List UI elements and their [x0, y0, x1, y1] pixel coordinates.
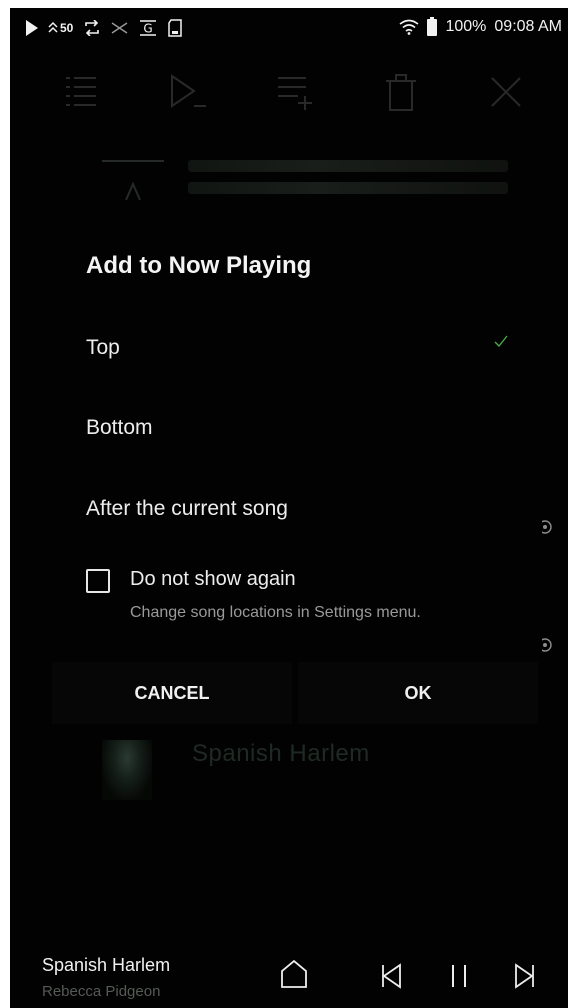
- svg-text:G: G: [144, 22, 153, 36]
- status-right: 100% 09:08 AM: [399, 16, 562, 36]
- background-song-row: Spanish Harlem: [102, 732, 542, 812]
- pause-icon[interactable]: [448, 963, 470, 989]
- dialog-title: Add to Now Playing: [86, 252, 312, 279]
- cancel-button[interactable]: CANCEL: [52, 662, 292, 724]
- next-track-icon[interactable]: [512, 963, 536, 989]
- option-bottom[interactable]: Bottom: [86, 416, 153, 440]
- background-song-title: Spanish Harlem: [192, 740, 370, 767]
- status-bar: 50 G 100% 09:08 AM: [10, 8, 568, 48]
- repeat-icon: [85, 20, 100, 36]
- status-left-icons: 50 G: [26, 19, 183, 37]
- add-to-now-playing-dialog: Add to Now Playing Top Bottom After the …: [52, 226, 542, 736]
- playlist-icon[interactable]: [60, 74, 100, 108]
- ok-button[interactable]: OK: [298, 662, 538, 724]
- home-icon[interactable]: [280, 959, 308, 989]
- wifi-icon: [399, 19, 419, 35]
- trash-icon[interactable]: [382, 74, 422, 112]
- shuffle-icon: [111, 22, 128, 34]
- battery-icon: [427, 16, 438, 36]
- play-next-icon[interactable]: [166, 74, 210, 110]
- gapless-icon: G: [140, 20, 157, 36]
- volume-level-text: 50: [60, 21, 74, 35]
- add-to-playlist-icon[interactable]: [274, 74, 318, 110]
- dialog-buttons: CANCEL OK: [52, 662, 542, 724]
- toolbar: [10, 68, 568, 114]
- device-screen: 50 G 100% 09:08 AM Spanish Harlem Add to…: [10, 8, 568, 1008]
- now-playing-artist: Rebecca Pidgeon: [42, 983, 161, 1000]
- battery-percent: 100%: [445, 18, 487, 35]
- play-icon: [26, 20, 38, 36]
- do-not-show-again-checkbox[interactable]: [86, 569, 110, 593]
- settings-hint-text: Change song locations in Settings menu.: [130, 604, 421, 621]
- option-top[interactable]: Top: [86, 336, 120, 360]
- option-after-current-song[interactable]: After the current song: [86, 497, 288, 521]
- mini-player[interactable]: Spanish Harlem Rebecca Pidgeon: [10, 943, 568, 1008]
- now-playing-title: Spanish Harlem: [42, 955, 171, 975]
- do-not-show-again-label[interactable]: Do not show again: [130, 568, 296, 591]
- background-track-info: [188, 160, 508, 204]
- previous-track-icon[interactable]: [380, 963, 404, 989]
- background-song-thumbnail: [102, 740, 152, 800]
- clock: 09:08 AM: [494, 18, 562, 35]
- close-icon[interactable]: [488, 74, 524, 110]
- sd-card-icon: [168, 19, 183, 37]
- background-album-art: [102, 160, 164, 214]
- check-icon: [494, 335, 508, 347]
- volume-level-icon: 50: [48, 21, 73, 35]
